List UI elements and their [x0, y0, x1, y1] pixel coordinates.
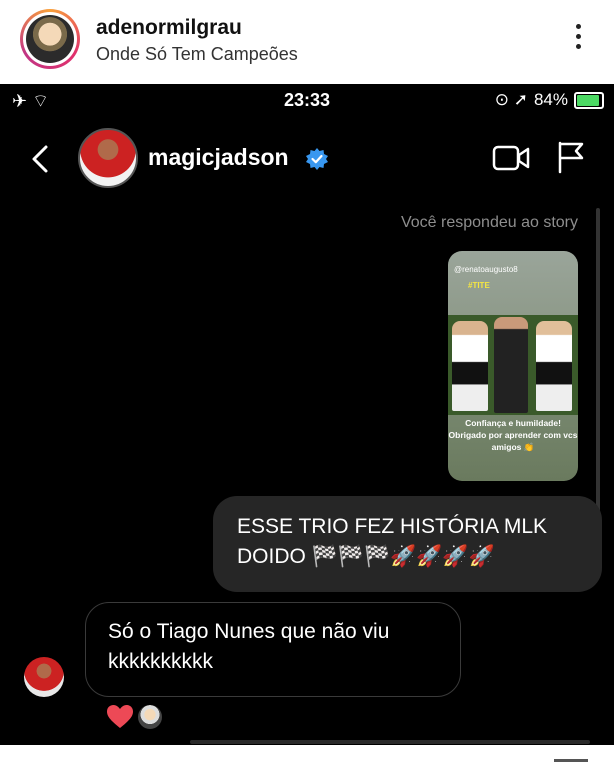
- status-right: ⊙ ➚ 84%: [495, 90, 604, 110]
- dm-header: magicjadson: [0, 118, 614, 201]
- chat-thread[interactable]: Você respondeu ao story @renatoaugusto8 …: [0, 200, 614, 745]
- video-call-icon[interactable]: [492, 143, 530, 173]
- story-photo: [448, 315, 578, 415]
- verified-badge-icon: [306, 148, 328, 170]
- battery-icon: [574, 91, 604, 109]
- post-username[interactable]: adenormilgrau: [96, 16, 242, 40]
- sender-avatar[interactable]: [24, 657, 64, 697]
- story-reply-label: Você respondeu ao story: [400, 214, 578, 231]
- reactor-avatar: [136, 703, 164, 731]
- post-header: adenormilgrau Onde Só Tem Campeões: [0, 0, 614, 84]
- status-bar: ✈ ⌔ 23:33 ⊙ ➚ 84%: [0, 84, 614, 118]
- received-message[interactable]: Só o Tiago Nunes que não viu kkkkkkkkkk: [85, 602, 461, 697]
- location-icon: ⊙ ➚: [494, 90, 528, 109]
- story-thumbnail[interactable]: @renatoaugusto8 #TITE Confiança e humild…: [448, 251, 578, 481]
- contact-username[interactable]: magicjadson: [148, 144, 289, 171]
- scrollbar[interactable]: [596, 208, 600, 548]
- story-hashtag: #TITE: [468, 281, 490, 290]
- battery-percent: 84%: [533, 90, 568, 109]
- contact-avatar[interactable]: [78, 128, 138, 188]
- story-mention: @renatoaugusto8: [454, 265, 518, 274]
- flag-icon[interactable]: [556, 140, 586, 174]
- message-reactions[interactable]: [106, 703, 164, 731]
- sent-message[interactable]: ESSE TRIO FEZ HISTÓRIA MLK DOIDO 🏁🏁🏁🚀🚀🚀🚀: [213, 496, 602, 592]
- heart-reaction-icon: [107, 705, 133, 728]
- post-location[interactable]: Onde Só Tem Campeões: [96, 44, 298, 65]
- bottom-bar: [0, 745, 614, 765]
- story-caption: Confiança e humildade! Obrigado por apre…: [448, 418, 578, 452]
- post-author-avatar[interactable]: [20, 9, 80, 69]
- more-options-icon[interactable]: [568, 24, 588, 58]
- back-icon[interactable]: [28, 144, 54, 174]
- composer-edge: [190, 740, 590, 744]
